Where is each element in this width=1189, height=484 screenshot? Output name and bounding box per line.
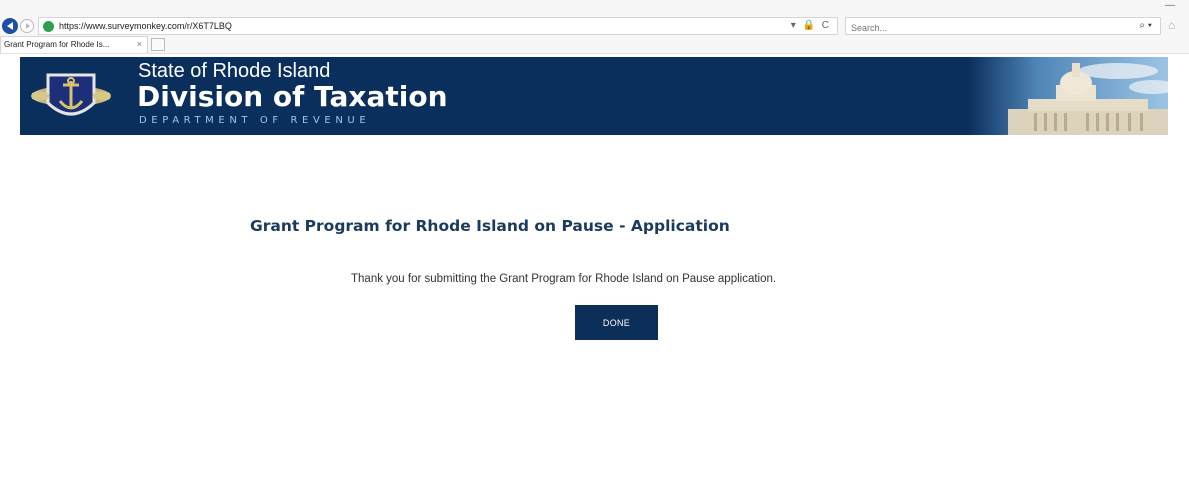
banner-division-title: Division of Taxation — [137, 80, 448, 113]
state-capitol-image — [968, 57, 1168, 135]
forward-arrow-icon[interactable] — [20, 19, 34, 33]
browser-chrome: — https://www.surveymonkey.com/r/X6T7LBQ… — [0, 0, 1189, 54]
survey-title: Grant Program for Rhode Island on Pause … — [250, 217, 730, 235]
browser-search-box[interactable]: ⌕ ▾ — [845, 17, 1161, 36]
tab-close-icon[interactable]: × — [137, 39, 142, 49]
done-button[interactable]: DONE — [575, 305, 658, 340]
rhode-island-seal-logo — [31, 73, 111, 116]
site-favicon-icon — [43, 21, 54, 32]
banner-department-name: DEPARTMENT OF REVENUE — [139, 115, 371, 126]
back-arrow-icon[interactable] — [2, 18, 18, 34]
url-text[interactable]: https://www.surveymonkey.com/r/X6T7LBQ — [59, 21, 232, 31]
window-minimize-button[interactable]: — — [1165, 0, 1175, 11]
survey-content: Grant Program for Rhode Island on Pause … — [20, 135, 1168, 480]
home-icon[interactable]: ⌂ — [1168, 18, 1175, 32]
search-icon[interactable]: ⌕ ▾ — [1139, 20, 1152, 31]
header-banner: State of Rhode Island Division of Taxati… — [20, 57, 1168, 135]
search-input[interactable] — [846, 20, 1106, 36]
confirmation-message: Thank you for submitting the Grant Progr… — [351, 273, 777, 285]
new-tab-button[interactable] — [151, 38, 165, 51]
address-bar-actions-icon[interactable]: ▾ 🔒 C — [791, 20, 831, 31]
browser-tab[interactable]: Grant Program for Rhode Is... × — [0, 36, 148, 53]
tab-title: Grant Program for Rhode Is... — [4, 40, 110, 49]
address-bar[interactable]: https://www.surveymonkey.com/r/X6T7LBQ ▾… — [38, 17, 838, 35]
